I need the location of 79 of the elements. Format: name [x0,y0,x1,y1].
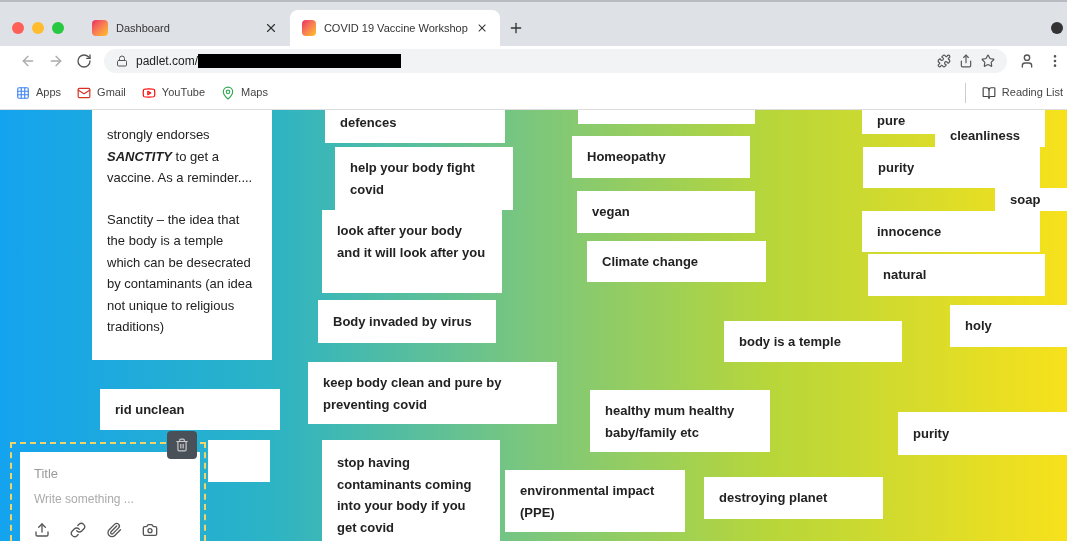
mail-icon [77,85,92,100]
extension-icon[interactable] [937,54,951,68]
note-card[interactable]: body is a temple [724,321,902,362]
reading-list-link[interactable]: Reading List [981,84,1063,101]
bookmark-star-icon[interactable] [981,54,995,68]
note-text: holy [965,317,993,335]
share-icon[interactable] [959,54,973,68]
note-text: natural [883,266,928,284]
close-icon[interactable] [264,21,278,35]
note-text: vegan [592,203,631,221]
note-card[interactable]: vegan [577,191,755,233]
link-icon[interactable] [70,521,86,538]
note-text: defences [340,114,398,132]
note-text: Climate change [602,253,700,271]
note-text: soap [1010,191,1042,209]
map-icon [221,85,236,100]
lock-icon [116,55,128,67]
note-card[interactable]: destroying planet [704,477,883,519]
video-icon [141,85,156,100]
note-text: keep body clean and pure by preventing covid [323,374,503,414]
apps-icon [16,85,30,100]
browser-tab[interactable]: Dashboard [80,10,290,46]
note-card[interactable]: rid unclean [100,389,280,430]
note-card[interactable]: soap [995,188,1067,211]
note-text: strongly endorses SANCTITY to get a vaccine. As a reminder.... [107,126,254,187]
note-text: help your body fight covid [350,159,476,199]
note-card[interactable]: Climate change [587,241,766,282]
note-text: healthy mum healthy baby/family etc [605,402,736,442]
note-text: Homeopathy [587,148,667,166]
note-card[interactable]: holy [950,305,1067,347]
note-text: cleanliness [950,127,1022,145]
note-text: destroying planet [719,489,829,507]
note-card[interactable]: defences [325,110,505,143]
note-text: Sanctity – the idea that the body is a temple which can be desecrated by contaminants (an idea not unique to religious traditions) [107,210,254,336]
note-text: innocence [877,223,943,241]
trash-icon [175,438,189,452]
note-card[interactable]: Homeopathy [572,136,750,178]
delete-button[interactable] [167,431,197,459]
note-card[interactable]: look after your body and it will look after you [322,210,502,293]
body-field[interactable]: Write something ... [34,489,186,508]
note-text: body is a temple [739,333,842,351]
note-card[interactable]: innocence [862,211,1040,252]
bookmark-link[interactable]: YouTube [141,84,206,101]
note-card[interactable]: pure [862,110,935,134]
note-card[interactable]: keep body clean and pure by preventing covid [308,362,557,424]
note-card[interactable]: purity [863,147,1040,188]
note-card[interactable]: strongly endorses SANCTITY to get a vaccine. As a reminder.... Sanctity – the idea that the body is a temple which can be desecrated by contaminants (an idea not unique to religious traditions) [92,110,272,360]
bookmark-link[interactable]: Gmail [77,84,126,101]
note-text: stop having contaminants coming into your body if you get covid [337,454,473,537]
url-text: padlet.com/ [136,53,199,70]
bookmark-link[interactable]: Maps [221,84,268,101]
note-text: purity [913,425,951,443]
note-card[interactable]: purity [898,412,1067,455]
note-card[interactable]: Body invaded by virus [318,300,496,343]
note-text: purity [878,159,916,177]
note-card[interactable]: help your body fight covid [335,147,513,210]
tab-title: COVID 19 Vaccine Workshop [323,20,468,36]
reload-icon[interactable] [76,53,92,69]
note-text: look after your body and it will look after you [337,222,487,262]
note-card[interactable]: cleanliness [935,110,1045,147]
attachment-icon[interactable] [106,521,122,538]
note-text: pure [877,112,907,130]
title-field[interactable]: Title [34,464,186,484]
browser-tab[interactable]: COVID 19 Vaccine Workshop [290,10,500,46]
upload-icon[interactable] [34,521,50,538]
note-text: environmental impact (PPE) [520,482,656,522]
note-card[interactable]: natural [868,254,1045,296]
reading-list-icon [981,85,996,100]
tab-title: Dashboard [116,20,171,36]
address-bar[interactable]: padlet.com/ [104,49,1007,73]
note-text: rid unclean [115,401,186,419]
note-card[interactable]: stop having contaminants coming into your body if you get covid [322,440,500,541]
note-text: Body invaded by virus [333,313,473,331]
new-tab-icon[interactable] [508,20,524,36]
note-card[interactable]: healthy mum healthy baby/family etc [590,390,770,452]
note-card[interactable]: environmental impact (PPE) [505,470,685,532]
profile-icon[interactable] [1019,53,1035,69]
camera-icon[interactable] [142,521,158,538]
bookmark-link[interactable]: Apps [16,84,62,101]
